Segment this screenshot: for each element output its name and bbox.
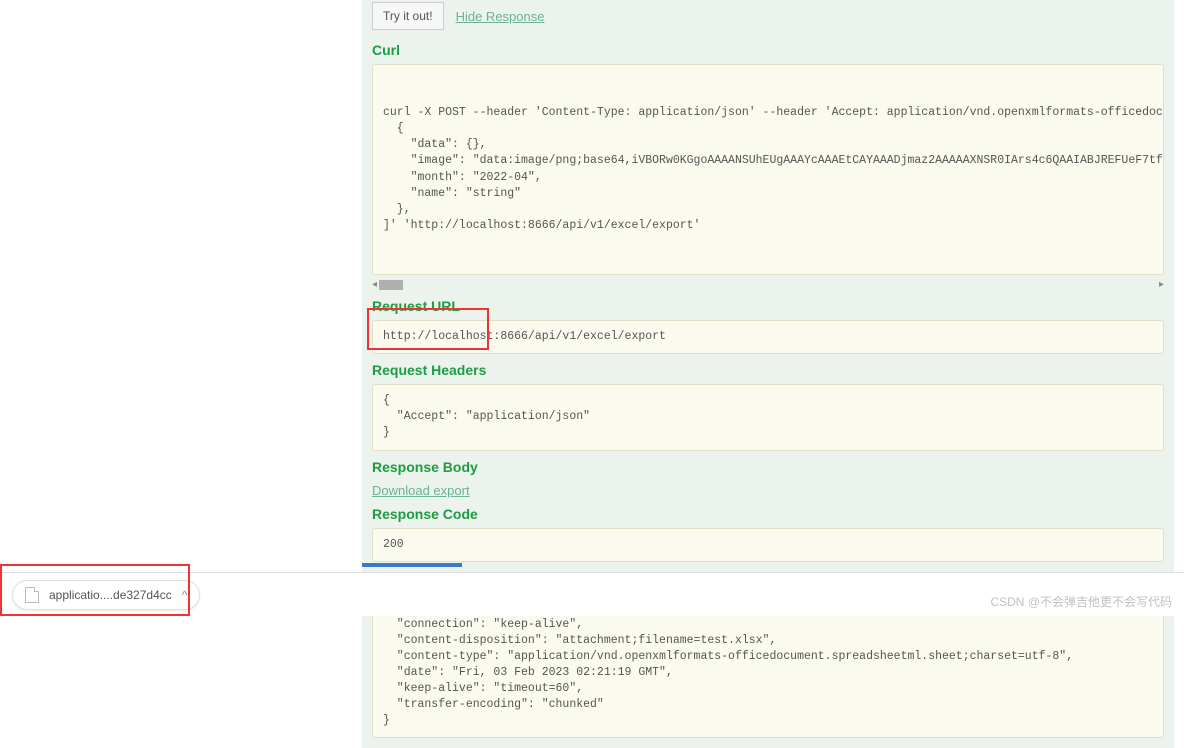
next-section-stub: [362, 563, 462, 567]
chevron-up-icon[interactable]: ^: [182, 588, 188, 602]
file-icon: [25, 587, 39, 603]
scroll-right-icon: ▸: [1159, 279, 1164, 290]
curl-code-box[interactable]: curl -X POST --header 'Content-Type: app…: [372, 64, 1164, 275]
response-body-heading: Response Body: [372, 459, 1164, 475]
curl-heading: Curl: [372, 42, 1164, 58]
scroll-thumb[interactable]: [379, 280, 403, 290]
request-url-box[interactable]: http://localhost:8666/api/v1/excel/expor…: [372, 320, 1164, 354]
top-row: Try it out! Hide Response: [372, 0, 1164, 34]
curl-scrollbar[interactable]: ◂ ▸: [372, 275, 1164, 290]
swagger-response-panel: Try it out! Hide Response Curl curl -X P…: [362, 0, 1174, 748]
scroll-left-icon: ◂: [372, 279, 377, 290]
download-filename: applicatio....de327d4cc: [49, 588, 172, 602]
hide-response-link[interactable]: Hide Response: [456, 9, 545, 24]
request-url-heading: Request URL: [372, 298, 1164, 314]
download-export-link[interactable]: Download export: [372, 483, 470, 498]
response-code-heading: Response Code: [372, 506, 1164, 522]
csdn-watermark: CSDN @不会弹吉他更不会写代码: [990, 593, 1172, 610]
try-it-out-button[interactable]: Try it out!: [372, 2, 444, 30]
curl-content: curl -X POST --header 'Content-Type: app…: [383, 105, 1153, 234]
request-headers-heading: Request Headers: [372, 362, 1164, 378]
request-headers-box[interactable]: { "Accept": "application/json" }: [372, 384, 1164, 450]
download-item[interactable]: applicatio....de327d4cc ^: [12, 580, 200, 610]
response-code-box[interactable]: 200: [372, 528, 1164, 562]
